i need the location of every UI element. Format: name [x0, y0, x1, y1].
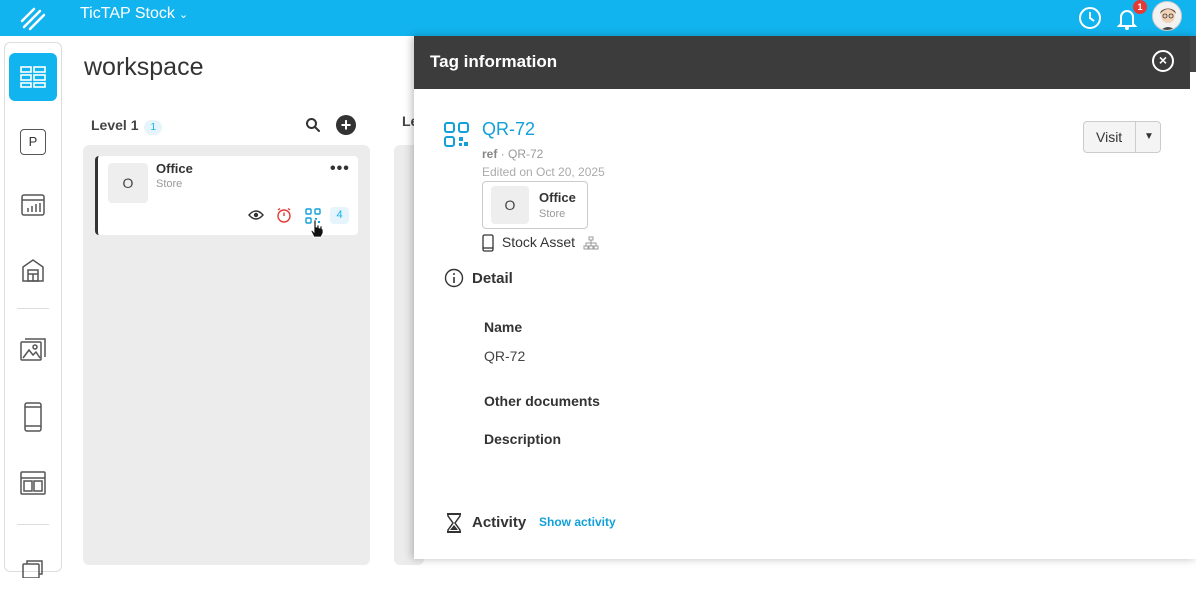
device-icon — [24, 402, 42, 432]
sidebar-item-levels[interactable] — [9, 53, 57, 101]
level-header: Level 1 1 — [91, 117, 163, 135]
card-name: Office — [156, 161, 193, 176]
panel-header: Tag information × — [414, 36, 1190, 89]
location-type: Store — [539, 208, 566, 220]
panel-title: Tag information — [430, 52, 558, 71]
sidebar-item-documents[interactable] — [9, 541, 57, 589]
tag-reference: ref · QR-72 — [482, 147, 544, 161]
chart-icon — [21, 194, 45, 216]
name-value: QR-72 — [484, 348, 526, 364]
description-label: Description — [484, 431, 562, 447]
user-avatar-icon — [1160, 8, 1176, 30]
sidebar-item-reports[interactable] — [9, 181, 57, 229]
level-title: Level 1 — [91, 117, 139, 133]
timer-icon[interactable] — [276, 207, 292, 223]
sidebar-item-parking[interactable]: P — [9, 118, 57, 166]
qr-code-icon — [444, 122, 469, 147]
visit-label: Visit — [1096, 129, 1123, 145]
sidebar: P — [4, 42, 62, 578]
scrollbar[interactable] — [1190, 36, 1196, 72]
warehouse-icon — [22, 259, 44, 282]
tag-info-panel: Tag information × QR-72 ref · QR-72 Edit… — [414, 36, 1196, 559]
card-type: Store — [156, 178, 183, 190]
location-thumbnail: O — [491, 186, 529, 224]
visit-button[interactable]: Visit ▼ — [1083, 121, 1161, 153]
app-logo-icon[interactable] — [18, 3, 48, 33]
asset-type: Stock Asset — [501, 234, 576, 250]
device-icon — [482, 234, 494, 252]
sidebar-item-layouts[interactable] — [9, 459, 57, 507]
tag-name-link[interactable]: QR-72 — [482, 119, 535, 140]
close-button[interactable]: × — [1152, 50, 1174, 72]
history-icon[interactable] — [1076, 4, 1104, 32]
more-options-icon[interactable]: ••• — [330, 160, 350, 178]
eye-icon[interactable] — [248, 209, 264, 221]
sidebar-divider — [17, 308, 49, 309]
avatar[interactable] — [1152, 1, 1182, 31]
sidebar-item-warehouse[interactable] — [9, 246, 57, 294]
close-icon: × — [1158, 52, 1168, 68]
location-chip[interactable]: O Office Store — [482, 181, 588, 229]
levels-icon — [20, 66, 46, 88]
other-documents-label: Other documents — [484, 393, 600, 409]
location-card[interactable]: O Office Store ••• 4 — [95, 156, 358, 238]
info-icon — [444, 268, 464, 288]
caret-down-icon[interactable]: ▼ — [1144, 131, 1154, 142]
show-activity-link[interactable]: Show activity — [539, 515, 616, 529]
location-name: Office — [539, 190, 576, 205]
app-title: TicTAP Stock — [80, 5, 175, 22]
sidebar-divider — [17, 524, 49, 525]
hand-cursor-icon — [310, 219, 324, 238]
sidebar-item-gallery[interactable] — [9, 327, 57, 375]
notification-badge: 1 — [1133, 0, 1147, 14]
hourglass-icon — [447, 513, 461, 533]
add-level-item-button[interactable]: + — [336, 115, 356, 135]
activity-heading: Activity — [472, 514, 527, 531]
detail-heading: Detail — [472, 270, 513, 287]
card-thumbnail: O — [108, 163, 148, 203]
parking-icon: P — [20, 129, 46, 155]
page-title: workspace — [84, 53, 204, 81]
app-switcher[interactable]: TicTAP Stock ⌄ — [80, 5, 188, 23]
button-divider — [1135, 122, 1136, 152]
plus-icon: + — [340, 115, 352, 135]
level-count-badge: 1 — [144, 120, 163, 135]
asset-row: Stock Asset — [482, 234, 599, 252]
edited-date: Edited on Oct 20, 2025 — [482, 165, 605, 179]
name-label: Name — [484, 319, 523, 335]
top-bar: TicTAP Stock ⌄ 1 — [0, 0, 1196, 36]
gallery-icon — [20, 338, 46, 361]
chevron-down-icon: ⌄ — [178, 9, 189, 21]
search-icon[interactable] — [305, 117, 321, 133]
hierarchy-icon[interactable] — [583, 236, 599, 250]
documents-icon — [22, 560, 43, 578]
tag-count-badge: 4 — [330, 207, 349, 224]
sidebar-item-devices[interactable] — [9, 393, 57, 441]
layout-icon — [20, 471, 46, 495]
